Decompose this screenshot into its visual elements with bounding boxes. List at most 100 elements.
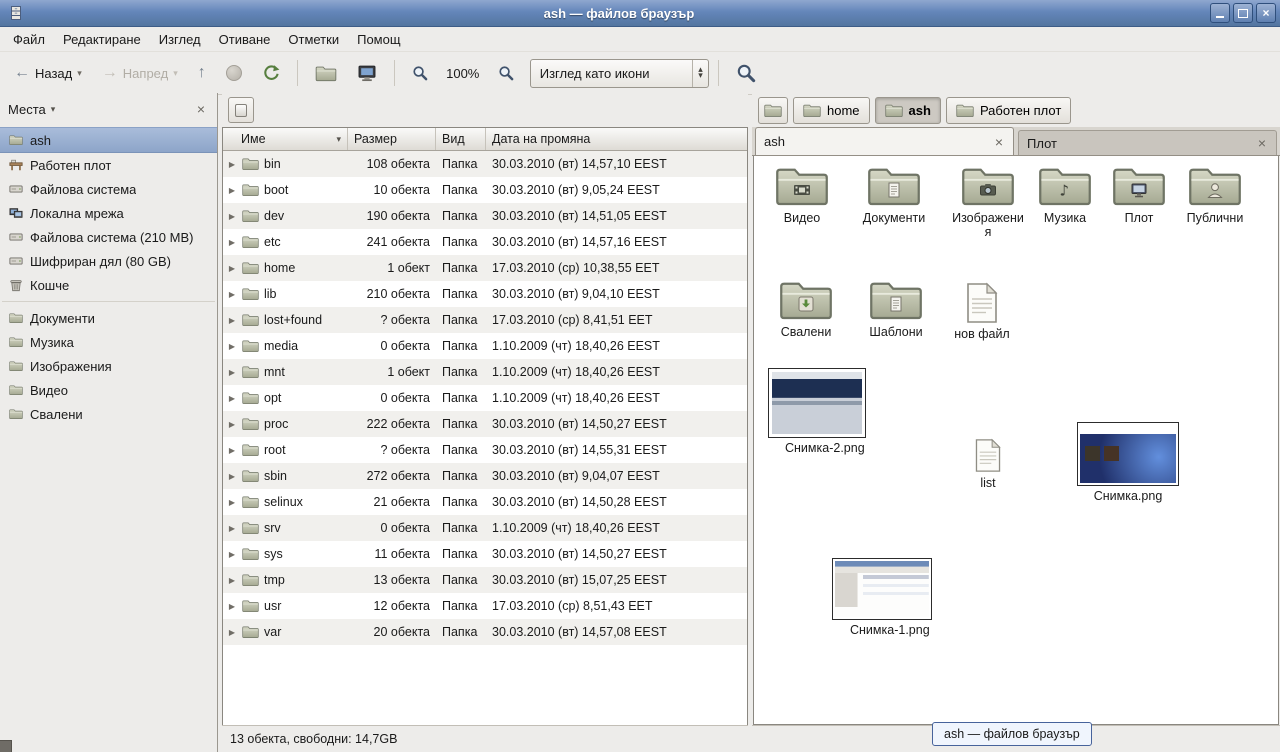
expander-icon[interactable]: ▶ [227, 238, 237, 247]
menu-item[interactable]: Редактиране [54, 27, 150, 51]
table-row[interactable]: ▶ opt 0 обекта Папка 1.10.2009 (чт) 18,4… [223, 385, 747, 411]
expander-icon[interactable]: ▶ [227, 602, 237, 611]
expander-icon[interactable]: ▶ [227, 394, 237, 403]
column-header[interactable]: Вид ▾ [436, 128, 486, 150]
table-row[interactable]: ▶ boot 10 обекта Папка 30.03.2010 (вт) 9… [223, 177, 747, 203]
tree-body[interactable]: ▶ bin 108 обекта Папка 30.03.2010 (вт) 1… [223, 151, 747, 725]
back-button[interactable]: ← Назад ▾ [6, 60, 90, 86]
sidebar-item[interactable]: Работен плот [0, 153, 217, 177]
expander-icon[interactable]: ▶ [227, 212, 237, 221]
computer-button[interactable] [349, 59, 385, 87]
view-mode-select[interactable]: Изглед като икони ▴▾ [530, 59, 709, 88]
zoom-in-button[interactable] [490, 60, 522, 86]
column-header[interactable]: Име ▾ [223, 128, 348, 150]
pathbar-button[interactable]: home [793, 97, 870, 124]
expander-icon[interactable]: ▶ [227, 524, 237, 533]
pane-view-button[interactable] [228, 97, 254, 123]
expander-icon[interactable]: ▶ [227, 368, 237, 377]
table-row[interactable]: ▶ mnt 1 обект Папка 1.10.2009 (чт) 18,40… [223, 359, 747, 385]
file-icon-item[interactable]: Снимка.png [1070, 422, 1186, 503]
table-row[interactable]: ▶ sys 11 обекта Папка 30.03.2010 (вт) 14… [223, 541, 747, 567]
sidebar-item[interactable]: Свалени [0, 402, 217, 426]
icon-view[interactable]: Видео Документи Изображения Музика Плот … [753, 156, 1279, 725]
sidebar-item[interactable]: Файлова система (210 MB) [0, 225, 217, 249]
up-button[interactable]: ↑ [190, 60, 214, 86]
column-header[interactable]: Размер ▾ [348, 128, 436, 150]
pathbar-button[interactable]: ash [875, 97, 941, 124]
table-row[interactable]: ▶ etc 241 обекта Папка 30.03.2010 (вт) 1… [223, 229, 747, 255]
menu-item[interactable]: Файл [4, 27, 54, 51]
menu-item[interactable]: Отметки [279, 27, 348, 51]
menu-item[interactable]: Отиване [210, 27, 280, 51]
maximize-button[interactable] [1233, 3, 1253, 23]
file-icon-item[interactable]: Публични [1172, 164, 1258, 225]
table-row[interactable]: ▶ lib 210 обекта Папка 30.03.2010 (вт) 9… [223, 281, 747, 307]
sidebar-item[interactable]: Музика [0, 330, 217, 354]
expander-icon[interactable]: ▶ [227, 420, 237, 429]
tab[interactable]: ash × [755, 127, 1014, 155]
expander-icon[interactable]: ▶ [227, 264, 237, 273]
expander-icon[interactable]: ▶ [227, 186, 237, 195]
file-icon-item[interactable]: Музика [1026, 164, 1104, 225]
expander-icon[interactable]: ▶ [227, 290, 237, 299]
expander-icon[interactable]: ▶ [227, 628, 237, 637]
table-row[interactable]: ▶ srv 0 обекта Папка 1.10.2009 (чт) 18,4… [223, 515, 747, 541]
sidebar-close-icon[interactable]: × [193, 101, 209, 117]
sidebar-title[interactable]: Места [8, 102, 46, 117]
expander-icon[interactable]: ▶ [227, 316, 237, 325]
stop-button[interactable] [218, 60, 250, 86]
table-row[interactable]: ▶ proc 222 обекта Папка 30.03.2010 (вт) … [223, 411, 747, 437]
file-icon-item[interactable]: Снимка-1.png [826, 558, 938, 637]
file-icon-item[interactable]: Шаблони [854, 278, 938, 339]
resize-grip[interactable] [0, 740, 12, 752]
sidebar-item[interactable]: Изображения [0, 354, 217, 378]
tab-close-icon[interactable]: × [993, 134, 1005, 150]
pathbar-button[interactable]: Работен плот [946, 97, 1071, 124]
table-row[interactable]: ▶ dev 190 обекта Папка 30.03.2010 (вт) 1… [223, 203, 747, 229]
file-icon-item[interactable]: Видео [760, 164, 844, 225]
sidebar-item[interactable]: Документи [0, 306, 217, 330]
sidebar-mode-dropdown-icon[interactable]: ▾ [51, 104, 56, 115]
table-row[interactable]: ▶ home 1 обект Папка 17.03.2010 (ср) 10,… [223, 255, 747, 281]
file-icon-item[interactable]: Плот [1106, 164, 1172, 225]
file-icon-item[interactable]: нов файл [942, 282, 1022, 341]
sidebar-item[interactable]: Видео [0, 378, 217, 402]
reload-button[interactable] [254, 59, 288, 87]
tab[interactable]: Плот × [1018, 130, 1277, 155]
table-row[interactable]: ▶ tmp 13 обекта Папка 30.03.2010 (вт) 15… [223, 567, 747, 593]
file-icon-item[interactable]: Документи [848, 164, 940, 225]
table-row[interactable]: ▶ lost+found ? обекта Папка 17.03.2010 (… [223, 307, 747, 333]
menu-item[interactable]: Изглед [150, 27, 210, 51]
file-icon-item[interactable]: list [958, 438, 1018, 490]
file-icon-item[interactable]: Снимка-2.png [762, 368, 872, 455]
expander-icon[interactable]: ▶ [227, 576, 237, 585]
expander-icon[interactable]: ▶ [227, 160, 237, 169]
table-row[interactable]: ▶ root ? обекта Папка 30.03.2010 (вт) 14… [223, 437, 747, 463]
pathbar-root-button[interactable] [758, 97, 788, 124]
expander-icon[interactable]: ▶ [227, 472, 237, 481]
back-dropdown-icon[interactable]: ▾ [77, 68, 82, 79]
table-row[interactable]: ▶ media 0 обекта Папка 1.10.2009 (чт) 18… [223, 333, 747, 359]
sidebar-item[interactable]: ash [0, 127, 217, 153]
expander-icon[interactable]: ▶ [227, 446, 237, 455]
search-button[interactable] [728, 58, 764, 88]
minimize-button[interactable] [1210, 3, 1230, 23]
table-row[interactable]: ▶ bin 108 обекта Папка 30.03.2010 (вт) 1… [223, 151, 747, 177]
forward-button[interactable]: → Напред ▾ [94, 60, 186, 86]
expander-icon[interactable]: ▶ [227, 498, 237, 507]
close-button[interactable]: × [1256, 3, 1276, 23]
sidebar-item[interactable]: Шифриран дял (80 GB) [0, 249, 217, 273]
tab-close-icon[interactable]: × [1256, 135, 1268, 151]
titlebar[interactable]: ash — файлов браузър × [0, 0, 1280, 27]
menu-item[interactable]: Помощ [348, 27, 409, 51]
sidebar-item[interactable]: Кошче [0, 273, 217, 297]
sidebar-item[interactable]: Локална мрежа [0, 201, 217, 225]
expander-icon[interactable]: ▶ [227, 550, 237, 559]
table-row[interactable]: ▶ selinux 21 обекта Папка 30.03.2010 (вт… [223, 489, 747, 515]
zoom-out-button[interactable] [404, 60, 436, 86]
file-icon-item[interactable]: Изображения [944, 164, 1032, 240]
expander-icon[interactable]: ▶ [227, 342, 237, 351]
table-row[interactable]: ▶ usr 12 обекта Папка 17.03.2010 (ср) 8,… [223, 593, 747, 619]
file-icon-item[interactable]: Свалени [764, 278, 848, 339]
table-row[interactable]: ▶ sbin 272 обекта Папка 30.03.2010 (вт) … [223, 463, 747, 489]
